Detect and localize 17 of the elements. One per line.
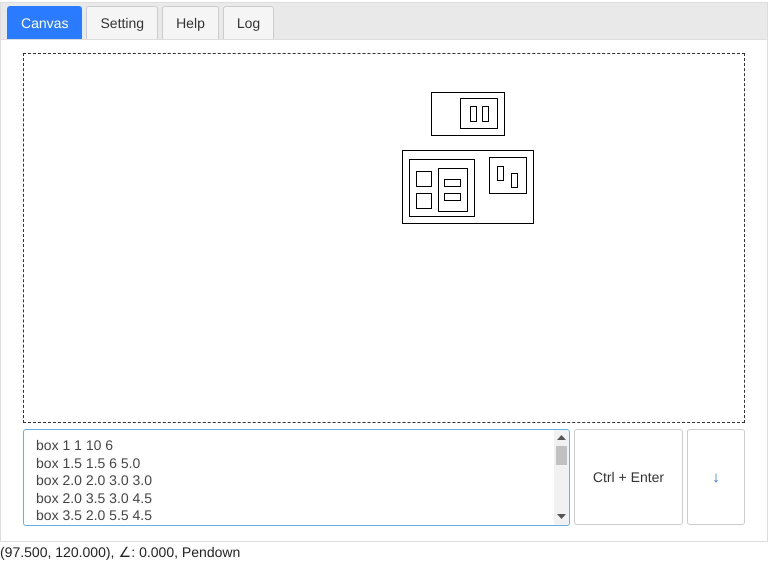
run-button[interactable]: Ctrl + Enter <box>574 429 683 525</box>
scroll-up-icon[interactable] <box>557 435 566 441</box>
status-text: (97.500, 120.000), ∠: 0.000, Pendown <box>0 543 242 560</box>
scroll-down-icon[interactable] <box>557 514 566 520</box>
scroll-thumb[interactable] <box>556 446 567 465</box>
tab[interactable]: Help <box>162 6 219 39</box>
code-line: box 2.0 2.0 3.0 3.0 <box>36 472 153 490</box>
code-line: box 1.5 1.5 6 5.0 <box>36 454 142 472</box>
tab[interactable]: Canvas <box>7 6 82 39</box>
code-line: box 3.5 2.0 5.5 4.5 <box>36 507 153 525</box>
code-line: box 2.0 3.5 3.0 4.5 <box>36 490 153 508</box>
code-editor[interactable]: box 1 1 10 6 box 1.5 1.5 6 5.0 box 2.0 2.0 3.0 3.0 box 2.0 3.5 3.0 4.5 box 3.5 2.0 5.5 4.5 <box>23 429 570 526</box>
download-button[interactable]: ↓ <box>687 429 745 525</box>
tab[interactable]: Setting <box>86 6 158 39</box>
code-line: box 1 1 10 6 <box>36 437 114 455</box>
scrollbar[interactable] <box>554 430 569 525</box>
tab[interactable]: Log <box>222 6 274 39</box>
